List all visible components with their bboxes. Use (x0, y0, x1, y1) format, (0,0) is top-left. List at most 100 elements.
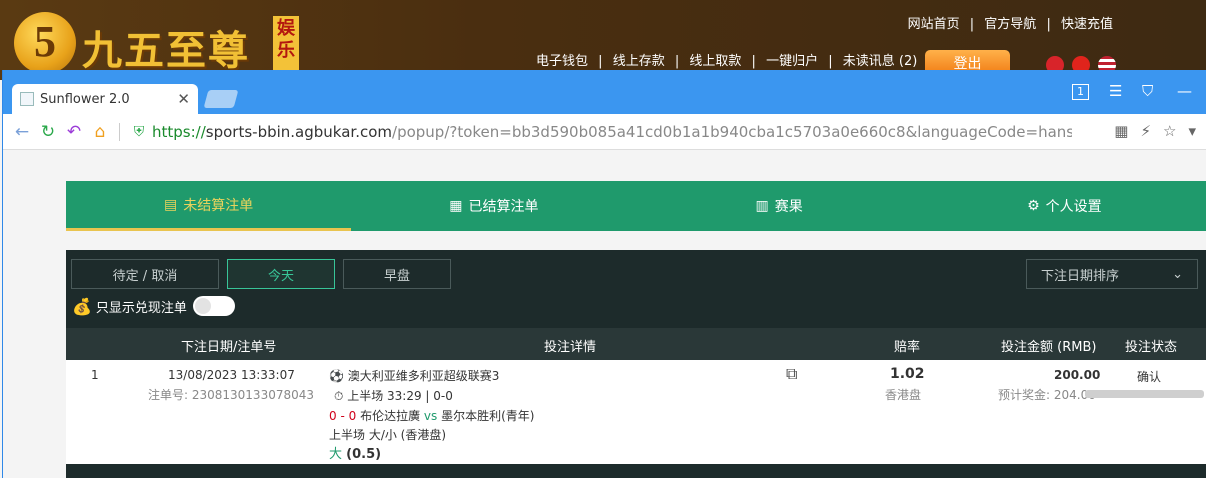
tab-results[interactable]: ▥ 赛果 (637, 181, 922, 231)
refresh-icon[interactable]: ↻ (35, 122, 61, 142)
divider (119, 122, 120, 141)
new-tab-button[interactable] (203, 90, 239, 108)
home-icon[interactable]: ⌂ (87, 122, 113, 142)
divider: | (828, 54, 833, 69)
tab-label: 个人设置 (1045, 199, 1102, 215)
site-menu: 电子钱包 | 线上存款 | 线上取款 | 一键归户 | 未读讯息 (2) (533, 50, 920, 69)
estimated-payout: 预计奖金: 204.00 (998, 388, 1096, 402)
bet-status: 确认 (1137, 370, 1162, 384)
url-scheme: https:// (152, 122, 206, 141)
odds-value: 1.02 (890, 366, 925, 382)
gear-icon: ⚙ (1027, 198, 1040, 214)
filter-today-button[interactable]: 今天 (227, 259, 335, 289)
soccer-ball-icon: ⚽ (329, 369, 344, 383)
link-official-nav[interactable]: 官方导航 (984, 17, 1036, 32)
filter-early-button[interactable]: 早盘 (343, 259, 451, 289)
tab-title: Sunflower 2.0 (40, 91, 130, 107)
header-amount: 投注金额 (RMB) (1001, 340, 1097, 355)
away-team: 墨尔本胜利(青年) (441, 409, 535, 423)
address-toolbar: ← ↻ ↶ ⌂ ⛨ https://sports-bbin.agbukar.co… (3, 114, 1206, 150)
menu-transfer[interactable]: 一键归户 (766, 54, 818, 69)
league-line: ⚽ 澳大利亚维多利亚超级联赛3 (329, 367, 499, 384)
selection: 大 (329, 447, 343, 462)
tab-label: 已结算注单 (468, 199, 539, 215)
tab-settings[interactable]: ⚙ 个人设置 (922, 181, 1206, 231)
results-icon: ▥ (755, 198, 769, 214)
chevron-down-icon: ⌄ (1172, 266, 1183, 282)
browser-window: Sunflower 2.0 ✕ 1 ☰ ⛉ — ← ↻ ↶ ⌂ ⛨ https:… (2, 70, 1206, 478)
header-odds: 赔率 (894, 340, 921, 355)
secure-shield-icon[interactable]: ⛨ (126, 124, 152, 140)
main-nav: ▤ 未结算注单 ▦ 已结算注单 ▥ 赛果 ⚙ 个人设置 (66, 181, 1206, 231)
site-name: 九五至尊 (82, 27, 250, 74)
back-icon[interactable]: ← (9, 122, 35, 142)
menu-deposit[interactable]: 线上存款 (613, 54, 665, 69)
period-line: ⏱ 上半场 33:29 | 0-0 (334, 387, 453, 404)
undo-icon[interactable]: ↶ (61, 122, 87, 142)
bet-datetime: 13/08/2023 13:33:07 (168, 368, 295, 382)
url-host: sports-bbin.agbukar.com (205, 122, 393, 141)
divider: | (751, 54, 756, 69)
tab-settled-bets[interactable]: ▦ 已结算注单 (351, 181, 636, 231)
clock-icon: ⏱ (334, 389, 344, 403)
skin-icon[interactable]: ⛉ (1142, 82, 1153, 100)
menu-messages[interactable]: 未读讯息 (2) (843, 54, 918, 69)
period-score: 上半场 33:29 | 0-0 (347, 389, 453, 403)
cashout-toggle[interactable] (192, 296, 235, 316)
chevron-down-icon[interactable]: ▾ (1188, 122, 1196, 140)
divider: | (1046, 17, 1051, 32)
title-bar: Sunflower 2.0 ✕ 1 ☰ ⛉ — (3, 70, 1206, 114)
handicap-line: (0.5) (346, 447, 382, 462)
site-top-links: 网站首页 | 官方导航 | 快速充值 (905, 13, 1116, 32)
ticket-number: 注单号: 2308130133078043 (148, 388, 315, 402)
live-stream-icon[interactable]: ⧉ (786, 364, 797, 384)
horizontal-scrollbar[interactable] (1085, 390, 1204, 398)
filter-pending-button[interactable]: 待定 / 取消 (71, 259, 219, 289)
close-icon[interactable]: ✕ (177, 90, 190, 108)
divider: | (598, 54, 603, 69)
browser-tab[interactable]: Sunflower 2.0 ✕ (12, 84, 198, 114)
sort-label: 下注日期排序 (1041, 268, 1120, 284)
home-team: 布伦达拉廣 (360, 409, 421, 423)
selection-line: 大 (0.5) (329, 443, 381, 462)
receipt-icon: ▤ (164, 196, 178, 213)
row-index: 1 (91, 368, 99, 382)
match-score: 0 - 0 (329, 409, 357, 423)
tab-label: 未结算注单 (183, 197, 254, 214)
website-header: 5 九五至尊 娱乐 网站首页 | 官方导航 | 快速充值 电子钱包 | 线上存款… (0, 0, 1206, 80)
site-logo[interactable]: 5 (14, 12, 76, 74)
minimize-icon[interactable]: — (1177, 82, 1192, 100)
menu-icon[interactable]: ☰ (1109, 82, 1122, 100)
link-home[interactable]: 网站首页 (908, 17, 960, 32)
bet-history-page: ▤ 未结算注单 ▦ 已结算注单 ▥ 赛果 ⚙ 个人设置 待定 / 取消 今天 早… (3, 150, 1206, 478)
header-date: 下注日期/注单号 (181, 340, 277, 355)
divider: | (969, 17, 975, 32)
url-field[interactable]: https://sports-bbin.agbukar.com/popup/?t… (152, 123, 1072, 141)
league-name: 澳大利亚维多利亚超级联赛3 (347, 369, 500, 383)
table-row: 1 13/08/2023 13:33:07 注单号: 2308130133078… (66, 360, 1206, 464)
settled-icon: ▦ (449, 198, 463, 214)
site-badge: 娱乐 (273, 16, 299, 74)
divider: | (674, 54, 680, 69)
tab-label: 赛果 (774, 199, 803, 215)
header-detail: 投注详情 (544, 340, 597, 355)
lightning-icon[interactable]: ⚡ (1140, 122, 1151, 140)
menu-wallet[interactable]: 电子钱包 (536, 54, 588, 69)
sort-select[interactable]: 下注日期排序 ⌄ (1026, 259, 1198, 289)
match-line: 0 - 0 布伦达拉廣 vs 墨尔本胜利(青年) (329, 407, 534, 424)
url-path: /popup/?token=bb3d590b085a41cd0b1a1b940c… (392, 122, 1072, 141)
vs-label: vs (423, 409, 438, 423)
odds-type: 香港盘 (885, 388, 922, 402)
money-bag-icon: 💰 (72, 296, 92, 316)
tab-unsettled-bets[interactable]: ▤ 未结算注单 (66, 181, 352, 231)
stake-amount: 200.00 (1054, 368, 1101, 382)
bets-panel: 待定 / 取消 今天 早盘 下注日期排序 ⌄ 💰 只显示兑现注单 下注日期/注单… (66, 250, 1206, 478)
qr-code-icon[interactable]: ▦ (1114, 122, 1128, 140)
market-line: 上半场 大/小 (香港盘) (329, 428, 447, 442)
cashout-filter: 💰 只显示兑现注单 (72, 296, 235, 316)
link-quick-deposit[interactable]: 快速充值 (1061, 17, 1113, 32)
star-icon[interactable]: ☆ (1163, 122, 1176, 140)
menu-withdraw[interactable]: 线上取款 (689, 54, 741, 69)
tab-count-icon[interactable]: 1 (1072, 84, 1089, 100)
cashout-label: 只显示兑现注单 (95, 300, 187, 316)
